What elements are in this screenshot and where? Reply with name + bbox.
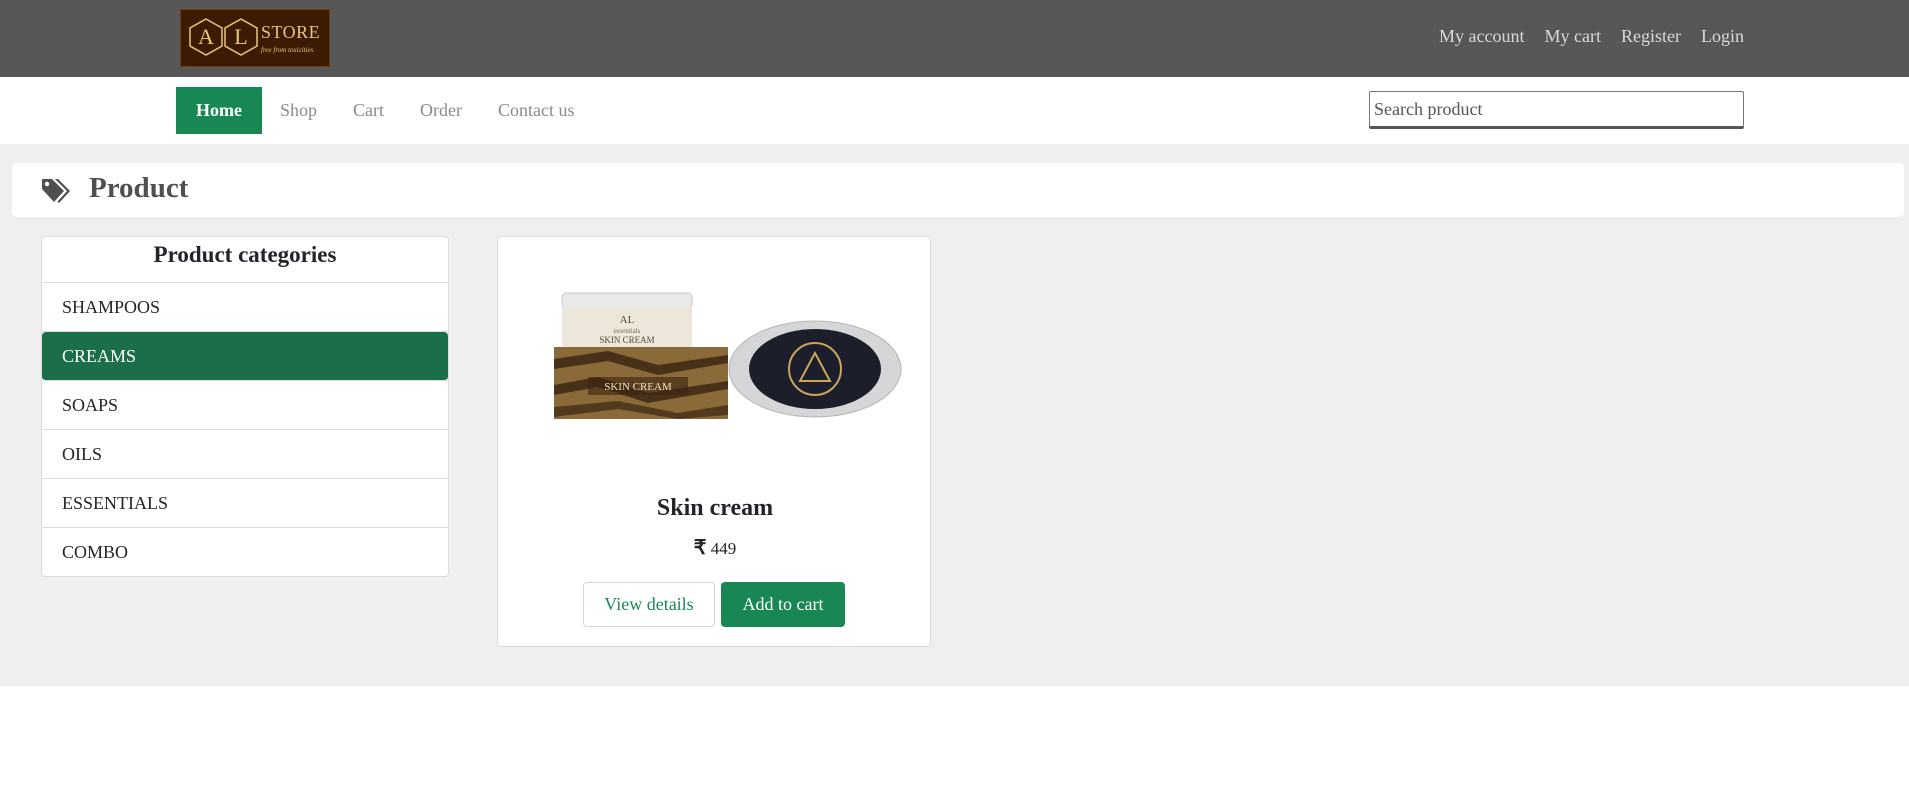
product-card: AL essentials SKIN CREAM SKIN CREAM Skin… bbox=[497, 236, 931, 647]
nav-contact-us[interactable]: Contact us bbox=[480, 87, 593, 134]
tags-icon bbox=[42, 179, 70, 203]
logo-hex-l: L bbox=[224, 18, 258, 56]
product-price: ₹ 449 bbox=[498, 535, 932, 560]
top-bar: A L STORE free from toxicities My accoun… bbox=[0, 0, 1909, 77]
search-input[interactable] bbox=[1369, 91, 1744, 129]
logo-store-text: STORE bbox=[261, 22, 321, 42]
logo-tagline: free from toxicities bbox=[261, 46, 314, 54]
rupee-icon: ₹ bbox=[693, 537, 707, 559]
nav-home[interactable]: Home bbox=[176, 87, 262, 134]
product-image[interactable]: AL essentials SKIN CREAM SKIN CREAM bbox=[548, 285, 908, 445]
product-name: Skin cream bbox=[656, 495, 774, 521]
main-content: Product Product categories SHAMPOOS CREA… bbox=[0, 144, 1909, 686]
category-combo[interactable]: COMBO bbox=[42, 528, 448, 576]
page-title: Product bbox=[89, 172, 189, 204]
svg-text:essentials: essentials bbox=[614, 327, 641, 335]
nav-order[interactable]: Order bbox=[402, 87, 480, 134]
store-logo[interactable]: A L STORE free from toxicities bbox=[180, 9, 330, 67]
add-to-cart-button[interactable]: Add to cart bbox=[721, 582, 845, 627]
login-link[interactable]: Login bbox=[1701, 26, 1744, 47]
nav-menu: Home Shop Cart Order Contact us bbox=[176, 87, 592, 134]
page-title-bar: Product bbox=[12, 163, 1904, 217]
svg-text:AL: AL bbox=[620, 314, 635, 326]
categories-heading: Product categories bbox=[42, 237, 448, 283]
svg-text:SKIN CREAM: SKIN CREAM bbox=[599, 335, 654, 345]
svg-text:SKIN CREAM: SKIN CREAM bbox=[604, 381, 672, 393]
product-categories-panel: Product categories SHAMPOOS CREAMS SOAPS… bbox=[41, 236, 449, 577]
category-essentials[interactable]: ESSENTIALS bbox=[42, 479, 448, 528]
main-navbar: Home Shop Cart Order Contact us bbox=[0, 77, 1909, 144]
category-oils[interactable]: OILS bbox=[42, 430, 448, 479]
nav-cart[interactable]: Cart bbox=[335, 87, 402, 134]
category-soaps[interactable]: SOAPS bbox=[42, 381, 448, 430]
view-details-button[interactable]: View details bbox=[583, 582, 715, 627]
category-shampoos[interactable]: SHAMPOOS bbox=[42, 283, 448, 332]
logo-hex-a: A bbox=[189, 18, 223, 56]
category-creams[interactable]: CREAMS bbox=[42, 332, 448, 381]
account-links: My account My cart Register Login bbox=[1439, 26, 1744, 47]
register-link[interactable]: Register bbox=[1621, 26, 1681, 47]
my-account-link[interactable]: My account bbox=[1439, 26, 1524, 47]
my-cart-link[interactable]: My cart bbox=[1545, 26, 1601, 47]
nav-shop[interactable]: Shop bbox=[262, 87, 335, 134]
price-value: 449 bbox=[710, 539, 737, 558]
